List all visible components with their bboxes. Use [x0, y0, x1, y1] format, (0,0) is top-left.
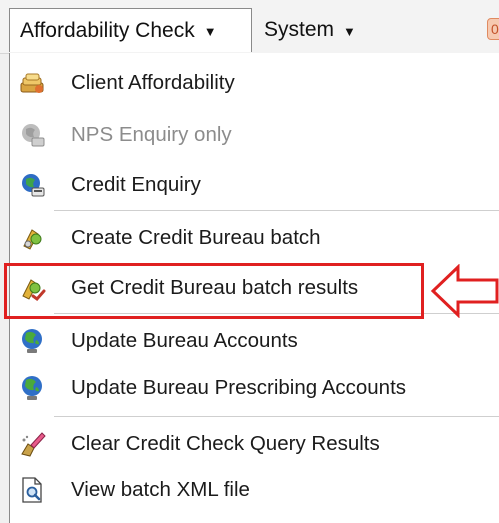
menu-item-label: Client Affordability — [71, 71, 235, 94]
menu-system-label: System — [264, 18, 335, 41]
menu-item-credit-enquiry[interactable]: Credit Enquiry — [10, 162, 499, 208]
menu-separator — [54, 210, 499, 211]
clear-results-icon — [18, 430, 46, 458]
create-batch-icon — [18, 224, 46, 252]
menu-item-label: NPS Enquiry only — [71, 123, 232, 146]
menu-item-update-bureau-accounts[interactable]: Update Bureau Accounts — [10, 318, 499, 364]
menu-item-label: Clear Credit Check Query Results — [71, 432, 380, 455]
nps-enquiry-icon — [18, 121, 46, 149]
menu-affordability-check[interactable]: Affordability Check ▼ — [9, 8, 252, 52]
menu-separator — [54, 416, 499, 417]
chevron-down-icon: ▼ — [343, 23, 356, 39]
chevron-down-icon: ▼ — [203, 24, 217, 39]
menu-item-view-batch-xml-file[interactable]: View batch XML file — [10, 467, 499, 513]
annotation-arrow-icon — [430, 264, 499, 318]
view-xml-icon — [18, 476, 46, 504]
menu-item-label: Credit Enquiry — [71, 173, 201, 196]
menu-item-client-affordability[interactable]: Client Affordability — [10, 60, 499, 106]
menu-bar: Affordability Check ▼ System ▼ 0 — [0, 0, 499, 54]
menu-item-update-bureau-prescribing-accounts[interactable]: Update Bureau Prescribing Accounts — [10, 365, 499, 411]
menu-item-clear-credit-check-query-results[interactable]: Clear Credit Check Query Results — [10, 421, 499, 467]
credit-enquiry-icon — [18, 171, 46, 199]
globe-icon — [18, 374, 46, 402]
menu-extra-icon[interactable]: 0 — [487, 18, 499, 40]
client-affordability-icon — [18, 69, 46, 97]
menu-affordability-check-label: Affordability Check — [20, 18, 195, 42]
menu-item-label: Update Bureau Accounts — [71, 329, 298, 352]
menu-item-create-credit-bureau-batch[interactable]: Create Credit Bureau batch — [10, 215, 499, 261]
menu-item-nps-enquiry: NPS Enquiry only — [10, 112, 499, 158]
annotation-highlight-box — [4, 263, 424, 319]
menu-item-label: Create Credit Bureau batch — [71, 226, 321, 249]
menu-item-label: View batch XML file — [71, 478, 250, 501]
menu-system[interactable]: System ▼ — [258, 8, 356, 52]
menu-item-label: Update Bureau Prescribing Accounts — [71, 376, 407, 399]
globe-icon — [18, 327, 46, 355]
